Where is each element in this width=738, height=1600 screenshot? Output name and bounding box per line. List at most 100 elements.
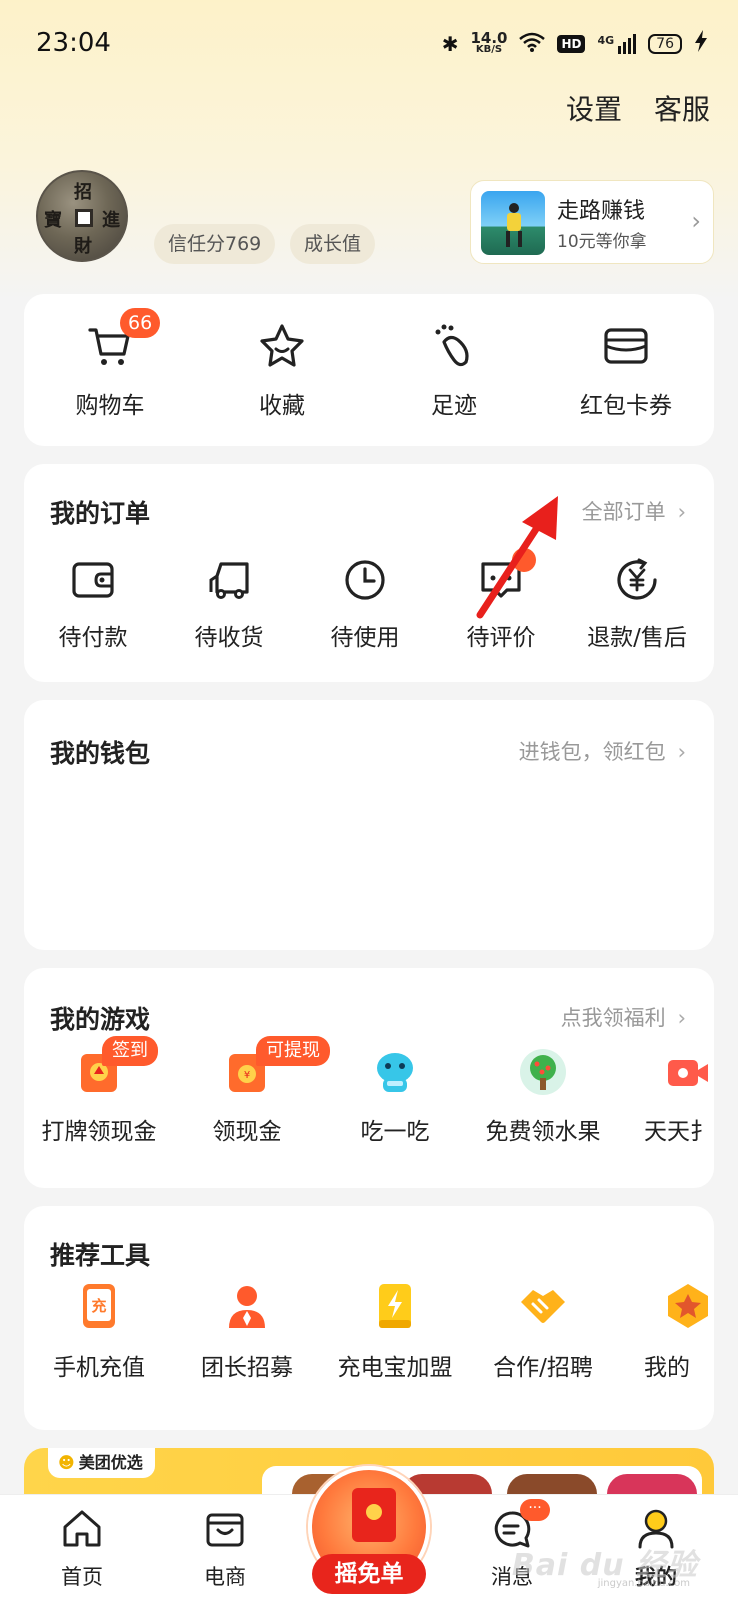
promo-brand-tag: ☻ 美团优选 <box>48 1448 155 1478</box>
leader-recruit-button[interactable]: 团长招募 <box>172 1282 322 1412</box>
customer-service-link[interactable]: 客服 <box>654 88 710 128</box>
status-time: 23:04 <box>36 28 111 58</box>
wifi-icon <box>519 32 546 56</box>
favorites-label: 收藏 <box>259 393 305 419</box>
free-fruit-button[interactable]: 免费领水果 <box>468 1038 618 1168</box>
card-game-button[interactable]: 签到 打牌领现金 <box>24 1036 174 1168</box>
power-bank-icon <box>379 1284 411 1328</box>
phone-recharge-button[interactable]: 充 手机充值 <box>24 1282 174 1412</box>
nav-ecommerce[interactable]: 电商 <box>165 1495 285 1600</box>
favorites-button[interactable]: 收藏 <box>196 294 368 446</box>
eat-game-button[interactable]: 吃一吃 <box>320 1038 470 1168</box>
nav-ecommerce-label: 电商 <box>204 1565 246 1589</box>
svg-text:¥: ¥ <box>244 1070 250 1081</box>
walk-earn-card[interactable]: 走路赚钱 10元等你拿 › <box>470 180 714 264</box>
pending-payment-label: 待付款 <box>58 625 128 651</box>
cart-button[interactable]: 66 购物车 <box>24 294 196 446</box>
footprint-button[interactable]: 足迹 <box>368 294 540 446</box>
games-title: 我的游戏 <box>50 1005 151 1034</box>
star-icon <box>260 324 304 367</box>
growth-value-pill[interactable]: 成长值 <box>290 224 376 264</box>
wallet-icon <box>72 562 114 598</box>
cooperation-button[interactable]: 合作/招聘 <box>468 1282 618 1412</box>
shake-label: 摇免单 <box>312 1554 426 1594</box>
handshake-icon <box>521 1290 565 1323</box>
pending-review-label: 待评价 <box>466 625 536 651</box>
mascot-icon <box>377 1053 413 1092</box>
signal-icon: 4G <box>597 33 637 54</box>
pending-payment-button[interactable]: 待付款 <box>24 556 162 666</box>
avatar-char: 招 <box>74 182 92 203</box>
recommended-tools-card: 推荐工具 充 手机充值 团长招募 充电宝加盟 合作/招聘 我的 <box>24 1206 714 1430</box>
phone-recharge-icon: 充 <box>83 1284 115 1328</box>
avatar-char: 進 <box>102 210 120 231</box>
orders-title: 我的订单 <box>50 499 151 528</box>
network-type: 4G <box>597 33 615 47</box>
cash-button[interactable]: ¥ 可提现 领现金 <box>172 1036 330 1168</box>
medal-icon <box>668 1284 708 1328</box>
wallet-title: 我的钱包 <box>50 739 151 768</box>
network-speed: 14.0 KB/S <box>470 28 508 56</box>
walk-earn-subtitle: 10元等你拿 <box>557 232 647 252</box>
pending-use-button[interactable]: 待使用 <box>296 556 434 666</box>
avatar-char: 寶 <box>44 210 62 231</box>
my-medal-button[interactable]: 我的 <box>614 1282 714 1412</box>
truck-icon <box>209 562 249 599</box>
card-game-label: 打牌领现金 <box>41 1119 157 1145</box>
home-icon <box>63 1510 101 1547</box>
coupon-card-icon <box>604 328 648 364</box>
network-speed-value: 14.0 <box>470 28 508 47</box>
my-medal-label: 我的 <box>644 1355 690 1381</box>
all-orders-label: 全部订单 <box>581 500 666 524</box>
power-bank-label: 充电宝加盟 <box>337 1355 453 1381</box>
refund-icon <box>617 558 657 600</box>
games-benefit-link[interactable]: 点我领福利 › <box>561 1002 686 1032</box>
fruit-tree-icon <box>520 1049 566 1095</box>
eat-game-label: 吃一吃 <box>360 1119 430 1145</box>
power-bank-button[interactable]: 充电宝加盟 <box>320 1282 470 1412</box>
all-orders-link[interactable]: 全部订单 › <box>582 496 686 526</box>
shopping-box-icon <box>206 1513 244 1547</box>
games-link-label: 点我领福利 <box>560 1006 666 1030</box>
refund-button[interactable]: 退款/售后 <box>568 556 706 666</box>
cooperation-label: 合作/招聘 <box>493 1355 593 1381</box>
red-envelope-icon <box>352 1488 396 1542</box>
nav-home-label: 首页 <box>61 1565 103 1589</box>
clock-icon <box>345 560 385 600</box>
avatar[interactable]: 招 進 財 寶 <box>36 170 128 262</box>
shake-free-order-button[interactable]: 摇免单 <box>308 1466 430 1600</box>
pending-receipt-label: 待收货 <box>194 625 264 651</box>
coin-hole <box>75 209 93 227</box>
bluetooth-icon: ✱ <box>441 31 459 56</box>
walking-person-image <box>481 191 545 255</box>
tools-title: 推荐工具 <box>50 1241 151 1270</box>
daily-video-button[interactable]: 天天扌 <box>614 1038 714 1168</box>
checkin-tag: 签到 <box>102 1036 158 1066</box>
messages-badge: ··· <box>520 1499 550 1521</box>
cash-label: 领现金 <box>212 1119 282 1145</box>
chevron-right-icon: › <box>691 207 701 235</box>
video-icon <box>668 1060 708 1086</box>
footprint-label: 足迹 <box>431 393 477 419</box>
wallet-link[interactable]: 进钱包，领红包 › <box>519 736 686 766</box>
daily-video-label: 天天扌 <box>644 1119 713 1145</box>
withdrawable-tag: 可提现 <box>256 1036 330 1066</box>
cart-label: 购物车 <box>75 393 145 419</box>
promo-brand-label: 美团优选 <box>78 1453 143 1472</box>
coupons-button[interactable]: 红包卡券 <box>540 294 712 446</box>
pending-receipt-button[interactable]: 待收货 <box>160 556 298 666</box>
quick-links-card: 66 购物车 收藏 足迹 红包卡券 <box>24 294 714 446</box>
nav-home[interactable]: 首页 <box>22 1495 142 1600</box>
trust-score-pill[interactable]: 信任分769 <box>154 224 276 264</box>
annotation-arrow <box>476 496 558 619</box>
my-orders-card: 我的订单 全部订单 › 待付款 待收货 待使用 待评价 退款/售后 <box>24 464 714 682</box>
free-fruit-label: 免费领水果 <box>485 1119 601 1145</box>
wallet-link-label: 进钱包，领红包 <box>518 740 666 764</box>
settings-link[interactable]: 设置 <box>566 88 622 128</box>
network-speed-unit: KB/S <box>475 43 503 55</box>
footprint-icon <box>435 324 469 367</box>
chevron-right-icon: › <box>677 500 686 524</box>
my-wallet-card[interactable]: 我的钱包 进钱包，领红包 › <box>24 700 714 950</box>
status-bar: 23:04 ✱ 14.0 KB/S HD 4G 76 <box>0 0 738 90</box>
charging-icon <box>694 30 708 57</box>
